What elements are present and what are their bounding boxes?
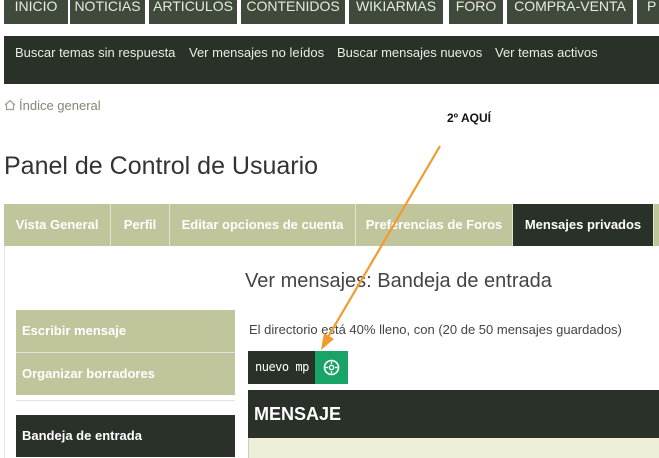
page: INICIO NOTICIAS ARTICULOS CONTENIDOS WIK… xyxy=(0,0,659,458)
annotation-arrow xyxy=(321,145,441,350)
